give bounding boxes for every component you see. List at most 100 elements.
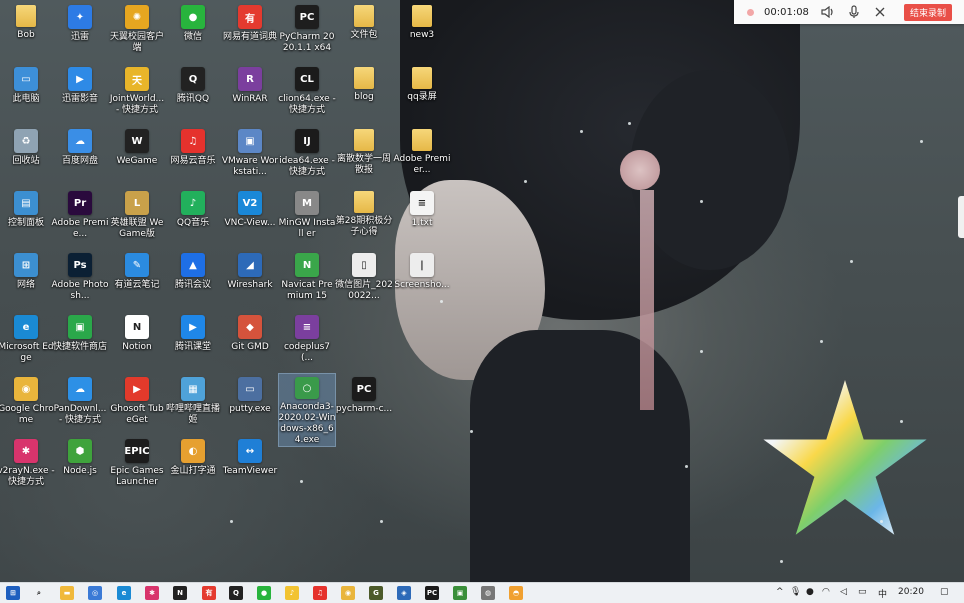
stop-recording-button[interactable]: 结束录制 [904,3,953,21]
desktop-icon[interactable]: ☁ 百度网盘 [52,126,108,186]
app-icon-5[interactable]: ◓ [509,586,523,600]
microphone-tray-icon[interactable]: 🎙 [790,587,801,597]
colorful-app-icon[interactable]: ✱ [145,586,159,600]
desktop-icon[interactable]: 离散数学一周散报 [336,126,392,186]
wechat-icon[interactable]: ● [257,586,271,600]
wifi-icon[interactable]: ◠ [822,587,830,597]
desktop-icon[interactable]: PC PyCharm 2020.1.1 x64 [279,2,335,62]
desktop-icon[interactable]: ✺ 天翼校园客户端 [109,2,165,62]
qq-tray-icon[interactable]: ● [806,587,814,597]
desktop-icon[interactable]: 天 JointWorld... - 快捷方式 [109,64,165,124]
desktop-icon[interactable]: W WeGame [109,126,165,186]
desktop-icon[interactable]: ✱ v2rayN.exe - 快捷方式 [0,436,55,496]
desktop-icon[interactable]: 文件包 [336,2,392,62]
pycharm-icon[interactable]: PC [425,586,439,600]
tray-chevron-icon[interactable]: ^ [776,587,784,597]
desktop-icon[interactable]: Ps Adobe Photosh... [51,250,109,310]
chrome-icon[interactable]: ◉ [341,586,355,600]
desktop-icon[interactable]: ◆ Git GMD [222,312,278,372]
desktop-icon[interactable]: ▶ 迅雷影音 [52,64,108,124]
desktop-icon[interactable]: ◐ 金山打字通 [165,436,221,496]
desktop-icon[interactable]: ✦ 迅雷 [52,2,108,62]
desktop-icon[interactable]: ▶ Ghosoft TubeGet [109,374,165,434]
desktop-icon[interactable]: R WinRAR [222,64,278,124]
desktop-icon[interactable]: EPIC Epic Games Launcher [109,436,165,496]
close-icon[interactable] [870,2,890,22]
desktop-icon[interactable]: ○ Anaconda3-2020.02-Windows-x86_64.exe [278,373,336,447]
desktop-icon[interactable]: L 英雄联盟 WeGame版 [109,188,165,248]
compass-icon[interactable]: ◎ [88,586,102,600]
desktop-icon-label: 回收站 [12,156,40,166]
app-icon: 天 [125,67,149,91]
desktop-icon-label: 网络 [16,280,35,290]
app-icon-3[interactable]: ▣ [453,586,467,600]
desktop-icon[interactable]: ▦ 哔哩哔哩直播姬 [165,374,221,434]
desktop-icon[interactable]: ▣ VMware Workstati... [222,126,278,186]
desktop-icon[interactable]: | Screensho... [394,250,450,310]
input-method-indicator[interactable]: 中 [878,587,887,600]
microphone-icon[interactable] [844,2,864,22]
desktop-icon[interactable]: ● 微信 [165,2,221,62]
notion-icon[interactable]: N [173,586,187,600]
app-icon-4[interactable]: ◍ [481,586,495,600]
desktop-icon[interactable]: CL clion64.exe - 快捷方式 [278,64,336,124]
desktop-icon[interactable]: ✎ 有道云笔记 [109,250,165,310]
side-panel-handle[interactable] [958,196,964,238]
desktop-icon[interactable]: M MinGW Install er [279,188,335,248]
desktop-icon[interactable]: ♻ 回收站 [0,126,54,186]
app-icon: V2 [238,191,262,215]
desktop-icon[interactable]: ◢ Wireshark [222,250,278,310]
qq-music-icon[interactable]: ♪ [285,586,299,600]
desktop-icon[interactable]: Adobe Premier... [394,126,450,186]
youdao-icon[interactable]: 有 [202,586,216,600]
speaker-icon[interactable] [818,2,838,22]
desktop-icon[interactable]: ≡ codeplus7(... [279,312,335,372]
desktop-icon[interactable]: new3 [394,2,450,62]
taskbar: ⊞ ⌕ ▬ ◎ e ✱ N 有 Q ● ♪ ♫ ◉ G ◈ PC ▣ ◍ ◓ ^ 🎙 ● ◠ ◁ ▭ 中 20:20… [0,582,964,603]
desktop-icon[interactable]: N Notion [109,312,165,372]
notification-icon[interactable]: ▢ [940,587,949,597]
desktop-icon[interactable]: 有网易有道词典 [222,2,278,62]
desktop-icon[interactable]: 第28期积极分子心得 [336,188,392,248]
desktop-icon[interactable]: Bob [0,2,54,62]
desktop-icon-label: Anaconda3-2020.02-Windows-x86_64.exe [278,402,336,445]
app-icon: ● [181,5,205,29]
desktop-icon[interactable]: e Microsoft Edge [0,312,54,372]
search-icon[interactable]: ⌕ [32,586,46,600]
edge-icon[interactable]: e [117,586,131,600]
desktop-icon[interactable]: ▭ 此电脑 [0,64,54,124]
volume-icon[interactable]: ◁ [840,587,847,597]
desktop-icon[interactable]: ◉ Google Chrome [0,374,54,434]
desktop-icon[interactable]: ▤ 控制面板 [0,188,54,248]
desktop-icon[interactable]: qq录屏 [394,64,450,124]
desktop-icon[interactable]: V2 VNC-View... [222,188,278,248]
desktop-icon[interactable]: Q 腾讯QQ [165,64,221,124]
app-icon: ▣ [238,129,262,153]
qq-icon[interactable]: Q [229,586,243,600]
desktop-icon[interactable]: ⬢ Node.js [52,436,108,496]
desktop-icon[interactable]: ♫ 网易云音乐 [165,126,221,186]
desktop-icon[interactable]: ▯ 微信图片_2020022... [335,250,393,310]
desktop-icon[interactable]: PC pycharm-c... [336,374,392,434]
desktop-icon[interactable]: N Navicat Premium 15 [279,250,335,310]
desktop-icon[interactable]: Pr Adobe Premie... [52,188,108,248]
app-icon-2[interactable]: ◈ [397,586,411,600]
clock[interactable]: 20:20 [898,587,924,597]
desktop-icon[interactable]: ☁ PanDownl... - 快捷方式 [52,374,108,434]
netease-music-icon[interactable]: ♫ [313,586,327,600]
desktop-icon-label: 网易有道词典 [222,32,277,42]
desktop-icon[interactable]: IJ idea64.exe - 快捷方式 [279,126,335,186]
desktop-icon[interactable]: ↔ TeamViewer [222,436,278,496]
desktop-icon[interactable]: ⊞ 网络 [0,250,54,310]
desktop-icon[interactable]: ▶ 腾讯课堂 [165,312,221,372]
desktop-icon[interactable]: ▭ putty.exe [222,374,278,434]
desktop-icon[interactable]: ≡ 1.txt [394,188,450,248]
desktop-icon[interactable]: blog [336,64,392,124]
desktop-icon[interactable]: ▣ 快捷软件商店 [52,312,108,372]
battery-icon[interactable]: ▭ [858,587,867,597]
file-explorer-icon[interactable]: ▬ [60,586,74,600]
app-icon[interactable]: G [369,586,383,600]
desktop-icon[interactable]: ▲ 腾讯会议 [165,250,221,310]
desktop-icon[interactable]: ♪ QQ音乐 [165,188,221,248]
windows-start-icon[interactable]: ⊞ [6,586,20,600]
